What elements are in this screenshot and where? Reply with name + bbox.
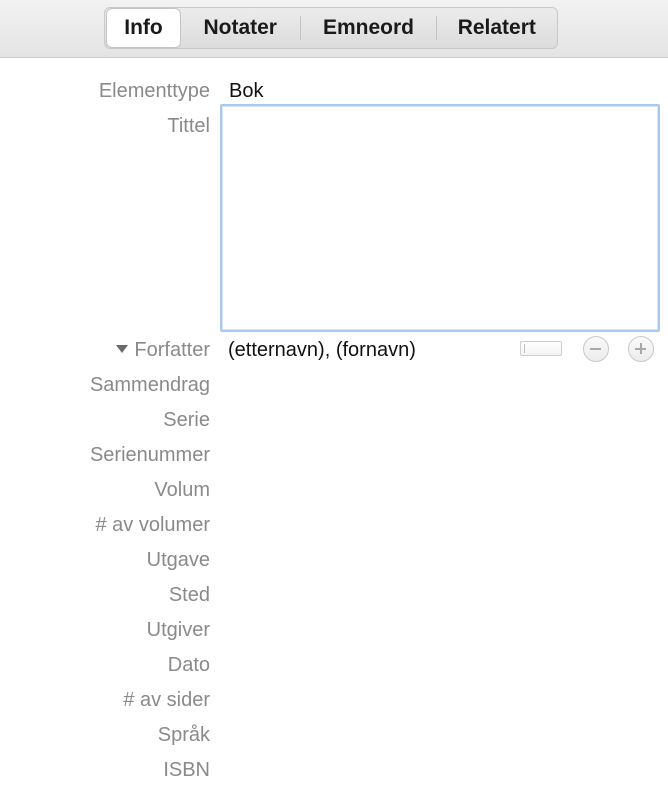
field-row-num-pages[interactable]: # av sider [0, 685, 668, 715]
series-number-label: Serienummer [89, 444, 210, 466]
author-label: Forfatter [134, 339, 210, 361]
field-row-date[interactable]: Dato [0, 650, 668, 680]
tab-notater-label: Notater [203, 16, 277, 39]
language-label: Språk [157, 724, 210, 746]
tab-emneord[interactable]: Emneord [301, 8, 435, 48]
item-type-label: Elementtype [98, 80, 210, 102]
series-label: Serie [163, 409, 210, 431]
plus-bar-vertical [639, 343, 642, 354]
num-pages-label: # av sider [123, 689, 210, 711]
plus-circle-icon[interactable] [628, 336, 654, 362]
title-label: Tittel [167, 115, 210, 137]
title-input[interactable] [220, 104, 660, 332]
item-type-value[interactable]: Bok [229, 76, 263, 106]
tab-notater[interactable]: Notater [180, 8, 300, 48]
field-row-place[interactable]: Sted [0, 580, 668, 610]
tab-info[interactable]: Info [107, 9, 181, 47]
field-row-author: Forfatter (etternavn), (fornavn) [0, 335, 668, 365]
field-row-volume[interactable]: Volum [0, 475, 668, 505]
field-row-publisher[interactable]: Utgiver [0, 615, 668, 645]
field-row-num-volumes[interactable]: # av volumer [0, 510, 668, 540]
tab-info-label: Info [124, 16, 163, 39]
volume-label: Volum [154, 479, 210, 501]
field-row-series-number[interactable]: Serienummer [0, 440, 668, 470]
author-mode-field[interactable] [520, 341, 562, 356]
num-volumes-label: # av volumer [95, 514, 211, 536]
tab-relatert[interactable]: Relatert [437, 8, 557, 48]
triangle-down-icon[interactable] [116, 344, 129, 353]
field-row-isbn[interactable]: ISBN [0, 755, 668, 785]
field-row-series[interactable]: Serie [0, 405, 668, 435]
minus-bar [590, 348, 601, 350]
publisher-label: Utgiver [146, 619, 210, 641]
author-value[interactable]: (etternavn), (fornavn) [228, 335, 416, 365]
minus-circle-icon[interactable] [583, 336, 609, 362]
isbn-label: ISBN [163, 759, 210, 781]
place-label: Sted [168, 584, 210, 606]
field-row-item-type: Elementtype Bok [0, 76, 668, 106]
tab-relatert-label: Relatert [457, 16, 536, 39]
date-label: Dato [167, 654, 210, 676]
abstract-label: Sammendrag [89, 374, 210, 396]
tab-toolbar: Info Notater Emneord Relatert [0, 0, 668, 58]
tab-emneord-label: Emneord [323, 16, 415, 39]
edition-label: Utgave [146, 549, 210, 571]
field-row-language[interactable]: Språk [0, 720, 668, 750]
author-label-wrap[interactable]: Forfatter [116, 335, 210, 365]
field-row-abstract[interactable]: Sammendrag [0, 370, 668, 400]
field-row-edition[interactable]: Utgave [0, 545, 668, 575]
tab-bar: Info Notater Emneord Relatert [104, 7, 558, 49]
